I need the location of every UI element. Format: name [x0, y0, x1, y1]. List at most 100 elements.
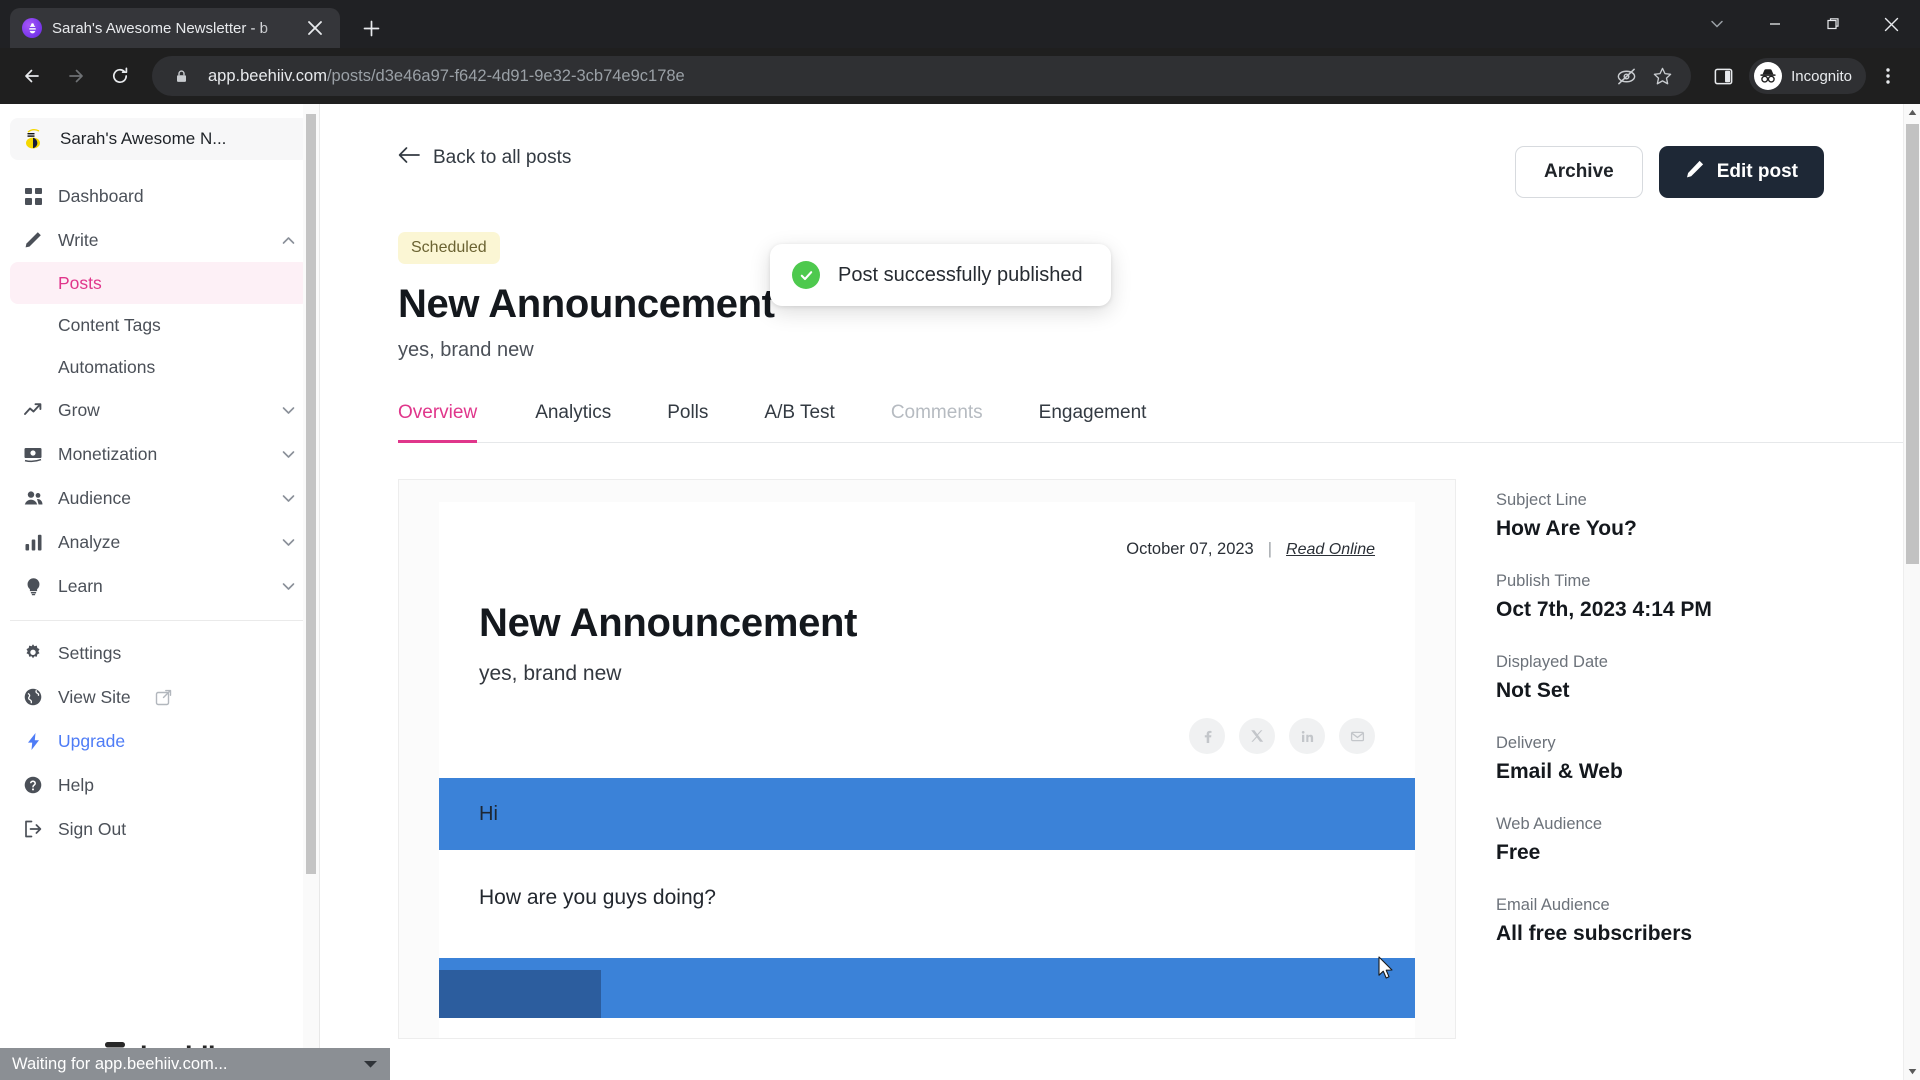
sidebar-item-content-tags[interactable]: Content Tags	[10, 304, 309, 346]
tab-ab-test[interactable]: A/B Test	[736, 402, 862, 442]
sidebar-item-write[interactable]: Write	[10, 218, 309, 262]
page-scrollbar-thumb[interactable]	[1906, 124, 1919, 564]
meta-value: Not Set	[1496, 679, 1570, 702]
email-block-blue-2[interactable]	[439, 958, 1415, 1018]
back-button[interactable]	[12, 56, 52, 96]
sidebar-scrollbar[interactable]	[303, 104, 319, 1080]
sidebar-subitem-label: Automations	[58, 356, 156, 377]
page-title: New Announcement	[398, 282, 775, 326]
browser-window: Sarah's Awesome Newsletter - b app.beehi…	[0, 0, 1920, 1080]
email-block-white[interactable]: How are you guys doing?	[479, 850, 1375, 910]
email-block-text: How are you guys doing?	[479, 886, 716, 909]
meta-row: Email Audience All free subscribers	[1496, 896, 1920, 946]
sidebar-item-dashboard[interactable]: Dashboard	[10, 174, 309, 218]
back-to-all-posts-link[interactable]: Back to all posts	[398, 146, 571, 170]
back-link-label: Back to all posts	[433, 147, 572, 168]
sidebar-item-upgrade[interactable]: Upgrade	[10, 719, 309, 763]
side-panel-icon[interactable]	[1703, 56, 1743, 96]
sidebar-item-label: Audience	[58, 487, 131, 508]
page-scrollbar[interactable]	[1903, 104, 1920, 1080]
meta-value: All free subscribers	[1496, 922, 1693, 945]
chevron-down-icon	[280, 578, 297, 595]
reload-button[interactable]	[100, 56, 140, 96]
minimize-icon[interactable]	[1746, 4, 1804, 44]
edit-post-button-label: Edit post	[1716, 161, 1798, 182]
sidebar-item-automations[interactable]: Automations	[10, 346, 309, 388]
browser-tab[interactable]: Sarah's Awesome Newsletter - b	[10, 8, 340, 48]
sidebar-item-settings[interactable]: Settings	[10, 631, 309, 675]
edit-post-button[interactable]: Edit post	[1658, 146, 1824, 198]
facebook-icon[interactable]	[1189, 718, 1225, 754]
meta-value: Oct 7th, 2023 4:14 PM	[1496, 598, 1712, 621]
email-preview-subtitle: yes, brand new	[479, 662, 622, 685]
app-sidebar: Sarah's Awesome N... Dashboard Write Pos…	[0, 104, 320, 1080]
meta-value: Free	[1496, 841, 1541, 864]
workspace-name: Sarah's Awesome N...	[60, 129, 227, 148]
sidebar-item-analyze[interactable]: Analyze	[10, 520, 309, 564]
third-party-cookie-blocked-icon[interactable]	[1611, 61, 1641, 91]
tab-analytics[interactable]: Analytics	[507, 402, 639, 442]
tab-label: Polls	[667, 402, 709, 423]
chevron-down-icon[interactable]	[1688, 4, 1746, 44]
incognito-avatar-icon	[1754, 62, 1783, 90]
archive-button-label: Archive	[1544, 161, 1614, 182]
close-icon[interactable]	[1862, 4, 1920, 44]
meta-label: Web Audience	[1496, 815, 1603, 833]
scroll-down-arrow-icon[interactable]	[1904, 1063, 1920, 1080]
profile-incognito-pill[interactable]: Incognito	[1749, 58, 1866, 94]
sidebar-item-label: Learn	[58, 575, 103, 596]
read-online-link[interactable]: Read Online	[1286, 541, 1375, 559]
page-subtitle: yes, brand new	[398, 339, 534, 361]
email-icon[interactable]	[1339, 718, 1375, 754]
sidebar-item-help[interactable]: Help	[10, 763, 309, 807]
url-path: /posts/d3e46a97-f642-4d91-9e32-3cb74e9c1…	[326, 66, 685, 85]
tab-close-icon[interactable]	[302, 15, 328, 41]
email-preview-date: October 07, 2023	[1126, 540, 1254, 558]
meta-value: How Are You?	[1496, 517, 1637, 540]
sidebar-item-learn[interactable]: Learn	[10, 564, 309, 608]
sidebar-nav: Dashboard Write Posts Content Tags Autom…	[0, 170, 319, 1080]
arrow-left-icon	[398, 146, 420, 170]
sidebar-item-label: Help	[58, 774, 94, 795]
sidebar-item-posts[interactable]: Posts	[10, 262, 309, 304]
tab-label: Overview	[398, 402, 478, 423]
scroll-up-arrow-icon[interactable]	[1904, 104, 1920, 121]
sidebar-item-view-site[interactable]: View Site	[10, 675, 309, 719]
tab-engagement[interactable]: Engagement	[1011, 402, 1175, 442]
meta-row: Publish Time Oct 7th, 2023 4:14 PM	[1496, 572, 1920, 622]
new-tab-button[interactable]	[354, 11, 388, 45]
x-twitter-icon[interactable]	[1239, 718, 1275, 754]
tab-strip: Sarah's Awesome Newsletter - b	[0, 0, 1920, 48]
maximize-icon[interactable]	[1804, 4, 1862, 44]
question-circle-icon	[22, 774, 44, 796]
sidebar-item-grow[interactable]: Grow	[10, 388, 309, 432]
workspace-switcher[interactable]: Sarah's Awesome N...	[10, 118, 309, 160]
sidebar-scrollbar-thumb[interactable]	[306, 114, 316, 874]
sidebar-item-monetization[interactable]: Monetization	[10, 432, 309, 476]
omnibox-actions	[1611, 61, 1677, 91]
mouse-cursor	[1378, 956, 1395, 986]
forward-button[interactable]	[56, 56, 96, 96]
meta-row: Delivery Email & Web	[1496, 734, 1920, 784]
page-header: Back to all posts Archive Edit post	[398, 104, 1920, 198]
archive-button[interactable]: Archive	[1515, 146, 1643, 198]
address-bar[interactable]: app.beehiiv.com/posts/d3e46a97-f642-4d91…	[152, 56, 1692, 96]
chevron-down-icon	[280, 490, 297, 507]
sidebar-item-label: Dashboard	[58, 185, 144, 206]
sidebar-item-sign-out[interactable]: Sign Out	[10, 807, 309, 851]
email-block-dark-segment	[439, 970, 601, 1018]
lock-icon	[166, 61, 196, 91]
sidebar-item-audience[interactable]: Audience	[10, 476, 309, 520]
tab-overview[interactable]: Overview	[398, 402, 507, 443]
three-dot-menu-icon[interactable]	[1868, 56, 1908, 96]
bookmark-star-icon[interactable]	[1647, 61, 1677, 91]
meta-value: Email & Web	[1496, 760, 1623, 783]
email-block-blue-1[interactable]: Hi	[439, 778, 1415, 850]
caret-down-icon	[363, 1059, 378, 1069]
grid-icon	[22, 185, 44, 207]
linkedin-icon[interactable]	[1289, 718, 1325, 754]
sidebar-item-label: Grow	[58, 399, 100, 420]
tab-polls[interactable]: Polls	[639, 402, 736, 442]
header-actions: Archive Edit post	[1515, 146, 1824, 198]
tab-label: Engagement	[1038, 402, 1147, 423]
